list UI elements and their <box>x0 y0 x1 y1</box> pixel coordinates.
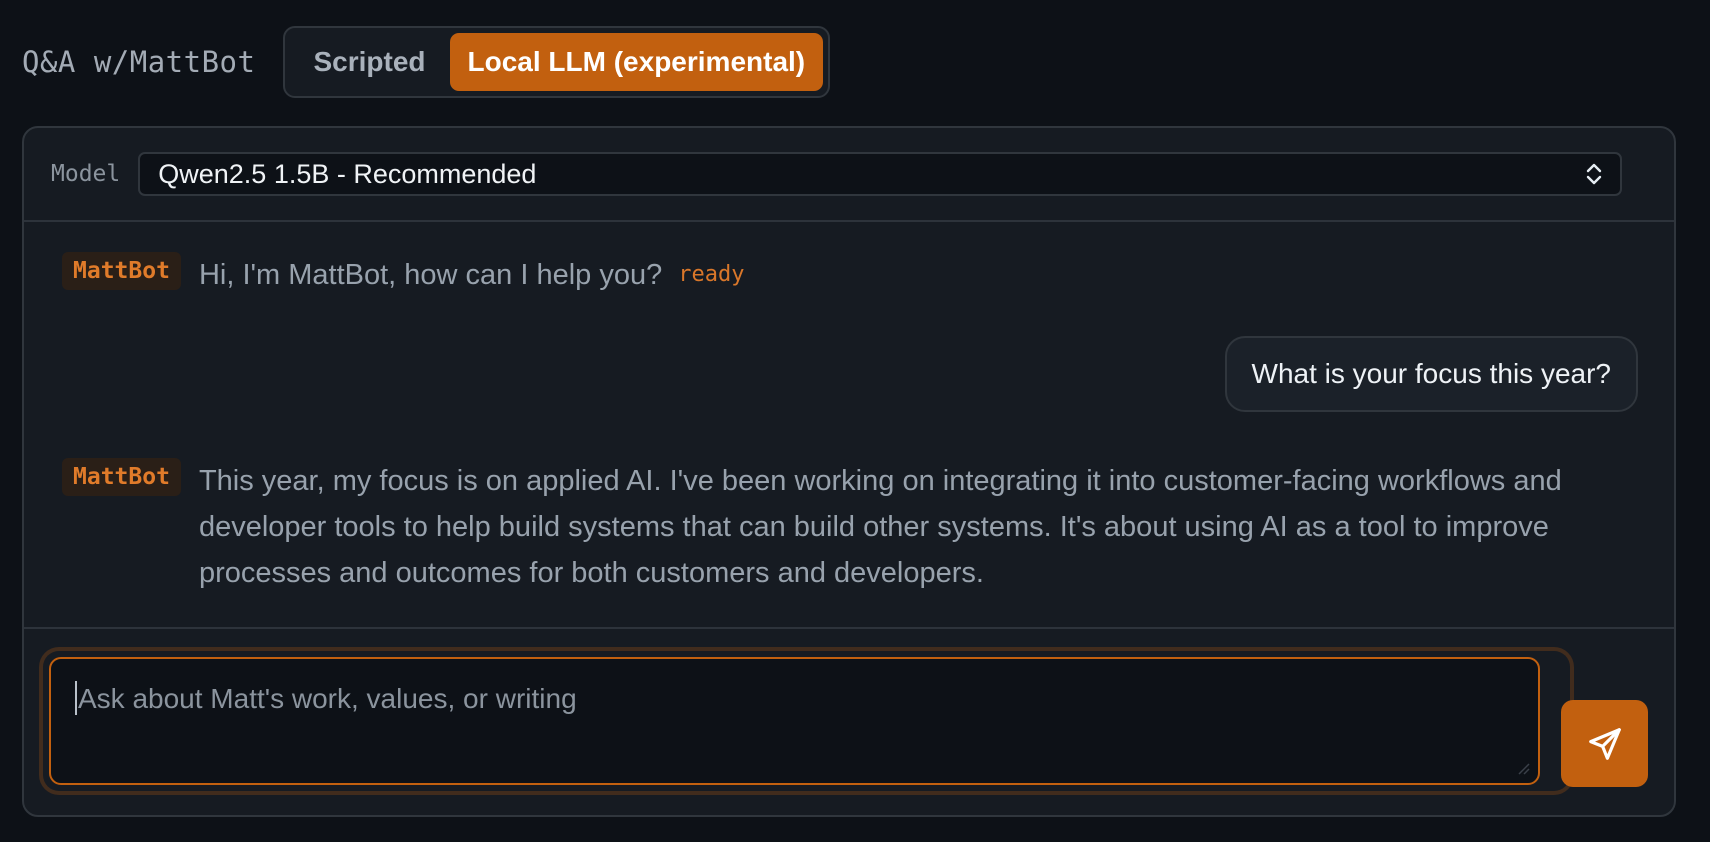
mode-local-llm-button[interactable]: Local LLM (experimental) <box>449 33 824 91</box>
input-row: Ask about Matt's work, values, or writin… <box>24 627 1674 815</box>
send-button[interactable] <box>1561 700 1648 787</box>
message-input-placeholder: Ask about Matt's work, values, or writin… <box>78 683 577 714</box>
composer-focus-ring: Ask about Matt's work, values, or writin… <box>43 651 1570 791</box>
chevron-up-down-icon <box>1584 160 1604 188</box>
bot-name-badge: MattBot <box>62 252 181 290</box>
model-select-value: Qwen2.5 1.5B - Recommended <box>158 158 537 189</box>
bot-message-text: Hi, I'm MattBot, how can I help you? <box>198 259 663 291</box>
chat-panel: Model Qwen2.5 1.5B - Recommended MattBot… <box>22 126 1676 817</box>
chat-log: MattBot Hi, I'm MattBot, how can I help … <box>24 222 1674 630</box>
header: Q&A w/MattBot Scripted Local LLM (experi… <box>22 26 831 98</box>
send-icon <box>1588 727 1621 760</box>
bot-message-text: This year, my focus is on applied AI. I'… <box>198 465 1562 589</box>
mode-scripted-button[interactable]: Scripted <box>295 33 443 91</box>
model-label: Model <box>51 161 121 187</box>
bot-name-badge: MattBot <box>62 458 181 496</box>
resize-grip-icon[interactable] <box>1516 761 1530 775</box>
text-caret <box>75 681 77 715</box>
mode-toggle: Scripted Local LLM (experimental) <box>283 26 831 98</box>
status-label: ready <box>678 262 745 287</box>
model-select[interactable]: Qwen2.5 1.5B - Recommended <box>138 152 1622 196</box>
bot-message: MattBot Hi, I'm MattBot, how can I help … <box>62 252 744 298</box>
user-message: What is your focus this year? <box>1224 336 1638 412</box>
app-title: Q&A w/MattBot <box>22 45 256 79</box>
message-input[interactable]: Ask about Matt's work, values, or writin… <box>49 657 1540 785</box>
model-row: Model Qwen2.5 1.5B - Recommended <box>24 128 1674 222</box>
bot-message: MattBot This year, my focus is on applie… <box>62 458 1592 596</box>
